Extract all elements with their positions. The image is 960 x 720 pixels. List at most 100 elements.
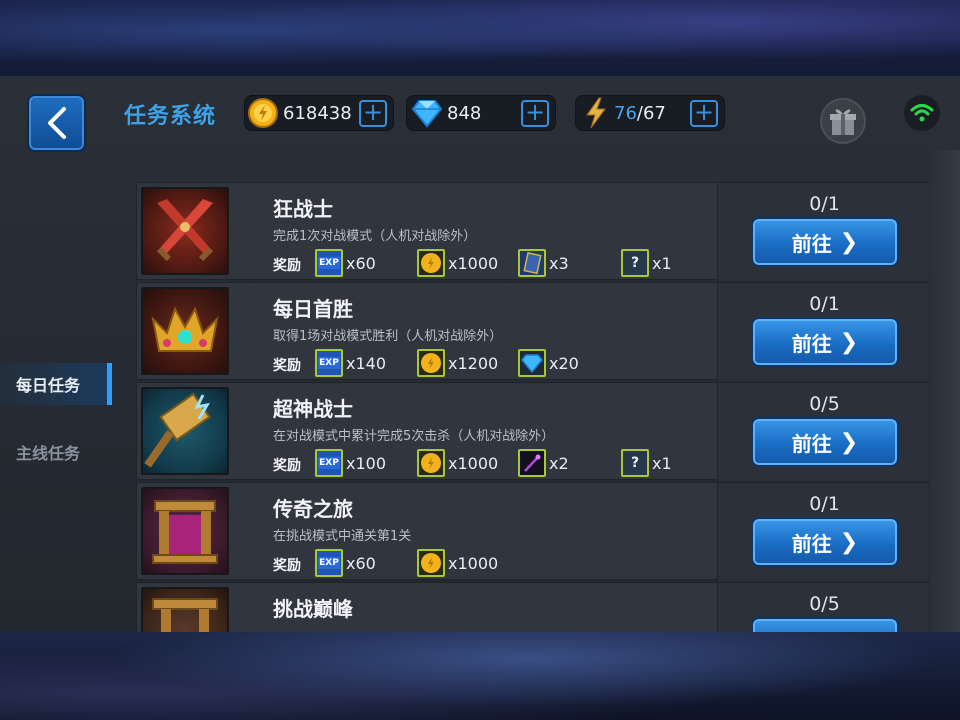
quest-list: 狂战士 完成1次对战模式（人机对战除外） 奖励 EXP x60 x1000 x3… <box>136 182 929 632</box>
reward-count: x1000 <box>448 453 499 473</box>
back-button[interactable] <box>27 94 86 152</box>
reward-item: x20 <box>518 349 579 377</box>
goto-label: 前往 <box>791 231 832 256</box>
quest-name: 传奇之旅 <box>273 497 353 521</box>
chevron-right-icon: ❯ <box>840 630 858 633</box>
reward-label: 奖励 <box>273 358 301 374</box>
quest-progress: 0/5 <box>809 393 840 415</box>
thunder-hammer-icon <box>144 392 211 468</box>
quest-row: 挑战巅峰 0/5 前往 ❯ <box>136 582 929 632</box>
chevron-right-icon: ❯ <box>839 229 859 255</box>
page-title: 任务系统 <box>124 104 217 129</box>
quest-icon <box>141 587 229 632</box>
gold-coin-icon <box>417 449 445 477</box>
gift-button[interactable] <box>820 98 866 144</box>
wifi-indicator <box>904 95 940 131</box>
reward-item: x2 <box>518 449 569 477</box>
pillar-gate-icon <box>152 598 218 632</box>
goto-button[interactable]: 前往 ❯ <box>751 617 899 632</box>
diamond-icon <box>518 349 546 377</box>
quest-row: 每日首胜 取得1场对战模式胜利（人机对战除外） 奖励 EXP x140 x120… <box>136 282 929 381</box>
add-diamond-button[interactable]: + <box>521 100 549 127</box>
reward-count: x3 <box>549 253 569 273</box>
reward-count: x1000 <box>448 253 499 273</box>
crossed-swords-icon <box>156 199 214 262</box>
quest-action-area: 0/1 前往 ❯ <box>717 483 929 581</box>
reward-item: EXP x60 <box>315 249 376 277</box>
goto-button[interactable]: 前往 ❯ <box>751 217 899 267</box>
reward-label: 奖励 <box>273 558 301 574</box>
quest-name: 挑战巅峰 <box>273 597 353 621</box>
reward-item: EXP x60 <box>315 549 376 577</box>
background-sky-bottom <box>0 632 960 720</box>
reward-count: x1200 <box>448 353 499 373</box>
energy-value: 76/67 <box>614 102 666 124</box>
quest-progress: 0/1 <box>809 193 840 215</box>
quest-progress: 0/5 <box>809 593 840 615</box>
quest-icon <box>141 487 229 575</box>
quest-name: 超神战士 <box>273 397 353 421</box>
diamond-value: 848 <box>447 102 482 124</box>
gold-coin-icon <box>417 349 445 377</box>
wifi-icon <box>910 104 934 122</box>
gold-coin-icon <box>417 549 445 577</box>
reward-item: x1000 <box>417 549 498 577</box>
reward-item: x1200 <box>417 349 498 377</box>
reward-count: x1000 <box>448 553 499 573</box>
reward-count: x1 <box>652 453 672 473</box>
quest-name: 狂战士 <box>273 197 333 221</box>
add-energy-button[interactable]: + <box>690 100 718 127</box>
reward-item: ? x1 <box>621 449 672 477</box>
quest-description: 取得1场对战模式胜利（人机对战除外） <box>273 329 503 344</box>
reward-count: x100 <box>346 453 387 473</box>
goto-label: 前往 <box>791 531 832 556</box>
quest-description: 在挑战模式中通关第1关 <box>273 529 412 544</box>
add-gold-button[interactable]: + <box>359 100 387 127</box>
reward-count: x2 <box>549 453 569 473</box>
background-sky-top <box>0 0 960 76</box>
card-icon <box>518 249 546 277</box>
goto-label: 前往 <box>791 431 832 456</box>
goto-button[interactable]: 前往 ❯ <box>751 417 899 467</box>
reward-label: 奖励 <box>273 258 301 274</box>
goto-label: 前往 <box>791 331 832 356</box>
chevron-right-icon: ❯ <box>839 429 859 455</box>
gold-coin-icon <box>248 98 278 128</box>
tab-main-quests[interactable]: 主线任务 <box>0 431 112 473</box>
quest-progress: 0/1 <box>809 493 840 515</box>
frame-decoration <box>930 150 960 632</box>
goto-button[interactable]: 前往 ❯ <box>751 317 899 367</box>
quest-icon <box>141 187 229 275</box>
quest-name: 每日首胜 <box>273 297 353 321</box>
lightning-icon <box>586 97 606 129</box>
reward-count: x140 <box>346 353 387 373</box>
exp-icon: EXP <box>315 549 343 577</box>
mystery-box-icon: ? <box>621 449 649 477</box>
quest-description: 完成1次对战模式（人机对战除外） <box>273 229 477 244</box>
mystery-box-icon: ? <box>621 249 649 277</box>
exp-icon: EXP <box>315 449 343 477</box>
reward-count: x60 <box>346 253 376 273</box>
gold-value: 618438 <box>283 102 352 124</box>
diamond-icon <box>411 100 443 128</box>
reward-count: x1 <box>652 253 672 273</box>
goto-button[interactable]: 前往 ❯ <box>751 517 899 567</box>
reward-item: x1000 <box>417 449 498 477</box>
quest-action-area: 0/1 前往 ❯ <box>717 183 929 281</box>
chevron-left-icon <box>47 107 66 139</box>
gold-counter: 618438 + <box>244 95 394 131</box>
chevron-right-icon: ❯ <box>839 329 859 355</box>
quest-row: 传奇之旅 在挑战模式中通关第1关 奖励 EXP x60 x1000 0/1 前往… <box>136 482 929 581</box>
reward-item: ? x1 <box>621 249 672 277</box>
reward-count: x60 <box>346 553 376 573</box>
tab-daily-quests[interactable]: 每日任务 <box>0 363 112 405</box>
reward-item: x3 <box>518 249 569 277</box>
reward-label: 奖励 <box>273 458 301 474</box>
crown-icon <box>151 306 219 352</box>
exp-icon: EXP <box>315 349 343 377</box>
reward-item: x1000 <box>417 249 498 277</box>
gift-icon <box>830 109 856 135</box>
reward-item: EXP x140 <box>315 349 386 377</box>
quest-row: 超神战士 在对战模式中累计完成5次击杀（人机对战除外） 奖励 EXP x100 … <box>136 382 929 481</box>
exp-icon: EXP <box>315 249 343 277</box>
